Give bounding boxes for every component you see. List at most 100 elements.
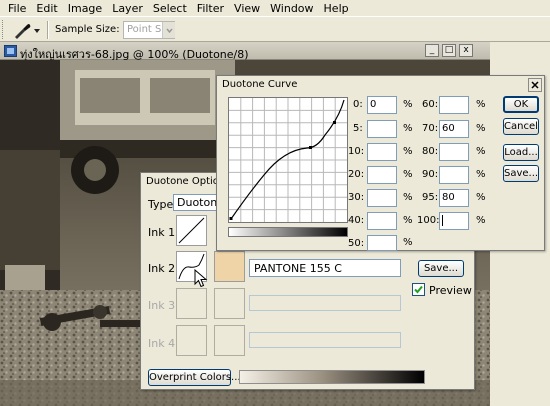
entry-90-label: 90: <box>422 169 439 180</box>
menu-help[interactable]: Help <box>319 2 354 15</box>
entry-60-field[interactable] <box>439 96 469 114</box>
save-button[interactable]: Save... <box>418 260 464 277</box>
ink4-color-swatch <box>214 325 245 356</box>
entry-95-value: 80 <box>442 192 455 203</box>
entry-80-pct: % <box>476 146 486 157</box>
ink3-curve-box <box>176 288 207 319</box>
cancel-button[interactable]: Cancel <box>503 118 539 135</box>
eyedropper-icon <box>15 24 40 39</box>
entry-90-field[interactable] <box>439 166 469 184</box>
options-bar: Sample Size: Point Sample <box>0 16 550 42</box>
text-caret <box>442 215 443 226</box>
entry-20-label: 20: <box>348 169 365 180</box>
curve-graph[interactable] <box>228 97 348 223</box>
entry-0-label: 0: <box>353 99 363 110</box>
entry-30-field[interactable] <box>367 189 397 207</box>
entry-5-label: 5: <box>353 123 363 134</box>
overprint-colors-button[interactable]: Overprint Colors... <box>148 369 241 386</box>
sample-size-label: Sample Size: <box>55 24 120 35</box>
ink2-color-swatch[interactable] <box>214 251 245 282</box>
ink3-color-swatch <box>214 288 245 319</box>
minimize-glyph: _ <box>429 45 435 55</box>
menu-view[interactable]: View <box>229 2 265 15</box>
menu-bar: File Edit Image Layer Select Filter View… <box>0 0 550 16</box>
eyedropper-tool-preset[interactable] <box>12 21 42 39</box>
options-bar-grip[interactable] <box>2 20 5 39</box>
menu-window[interactable]: Window <box>265 2 318 15</box>
minimize-button[interactable]: _ <box>425 44 439 57</box>
ink4-name-field <box>249 332 401 348</box>
curve-gradient-ramp <box>228 227 348 237</box>
ok-button[interactable]: OK <box>503 96 539 113</box>
menu-file[interactable]: File <box>3 2 31 15</box>
ink2-name-value: PANTONE 155 C <box>254 262 342 275</box>
ink2-label: Ink 2: <box>148 262 179 275</box>
type-select[interactable]: Duotone <box>173 194 224 211</box>
menu-image[interactable]: Image <box>63 2 107 15</box>
ink3-label: Ink 3: <box>148 299 179 312</box>
entry-70-label: 70: <box>422 123 439 134</box>
entry-30-pct: % <box>403 192 413 203</box>
entry-90-pct: % <box>476 169 486 180</box>
entry-95-field[interactable]: 80 <box>439 189 469 207</box>
close-x-icon <box>531 81 539 89</box>
menu-select[interactable]: Select <box>148 2 192 15</box>
entry-0-value: 0 <box>370 99 377 110</box>
preview-checkbox[interactable] <box>412 283 425 296</box>
entry-50-label: 50: <box>348 238 365 249</box>
preview-label: Preview <box>429 284 472 297</box>
separator <box>47 21 49 39</box>
save-button[interactable]: Save... <box>503 165 539 182</box>
maximize-button[interactable]: □ <box>442 44 456 57</box>
entry-40-pct: % <box>403 215 413 226</box>
sample-size-dropdown-button[interactable] <box>162 22 175 38</box>
close-icon[interactable] <box>528 78 542 92</box>
menu-filter[interactable]: Filter <box>192 2 229 15</box>
entry-20-pct: % <box>403 169 413 180</box>
entry-100-field[interactable] <box>439 212 469 230</box>
entry-95-label: 95: <box>422 192 439 203</box>
chevron-down-icon <box>166 28 173 34</box>
duotone-gradient-preview <box>239 370 425 384</box>
ink1-curve-icon <box>178 217 205 244</box>
ink4-curve-box <box>176 325 207 356</box>
entry-70-pct: % <box>476 123 486 134</box>
entry-0-pct: % <box>403 99 413 110</box>
menu-layer[interactable]: Layer <box>107 2 148 15</box>
load-button[interactable]: Load... <box>503 144 539 161</box>
entry-5-pct: % <box>403 123 413 134</box>
duotone-curve-title[interactable]: Duotone Curve <box>217 76 544 94</box>
duotone-curve-dialog: Duotone Curve 0: 0 % 5: % 10: % 20: % 30… <box>216 75 545 251</box>
photoshop-doc-icon <box>4 45 17 57</box>
entry-100-pct: % <box>476 215 486 226</box>
entry-80-label: 80: <box>422 146 439 157</box>
ink2-name-field[interactable]: PANTONE 155 C <box>249 259 401 277</box>
maximize-glyph: □ <box>444 45 454 55</box>
entry-95-pct: % <box>476 192 486 203</box>
entry-50-pct: % <box>403 237 413 248</box>
entry-0-field[interactable]: 0 <box>367 96 397 114</box>
entry-10-pct: % <box>403 146 413 157</box>
entry-50-field[interactable] <box>367 235 397 251</box>
ink1-curve-box[interactable] <box>176 215 207 246</box>
entry-70-field[interactable]: 60 <box>439 120 469 138</box>
menu-edit[interactable]: Edit <box>31 2 62 15</box>
entry-40-field[interactable] <box>367 212 397 230</box>
mouse-pointer-icon <box>194 269 208 288</box>
entry-30-label: 30: <box>348 192 365 203</box>
entry-100-label: 100: <box>417 215 440 226</box>
entry-60-pct: % <box>476 99 486 110</box>
entry-80-field[interactable] <box>439 143 469 161</box>
checkmark-icon <box>414 285 423 294</box>
entry-10-label: 10: <box>348 146 365 157</box>
close-glyph: x <box>463 45 469 55</box>
curve-graph-svg <box>229 98 347 222</box>
entry-20-field[interactable] <box>367 166 397 184</box>
close-button[interactable]: x <box>459 44 473 57</box>
entry-40-label: 40: <box>348 215 365 226</box>
document-titlebar[interactable]: ทุ่งใหญ่นเรศวร-68.jpg @ 100% (Duotone/8)… <box>0 42 490 61</box>
entry-5-field[interactable] <box>367 120 397 138</box>
ink4-label: Ink 4: <box>148 337 179 350</box>
entry-10-field[interactable] <box>367 143 397 161</box>
entry-70-value: 60 <box>442 123 455 134</box>
